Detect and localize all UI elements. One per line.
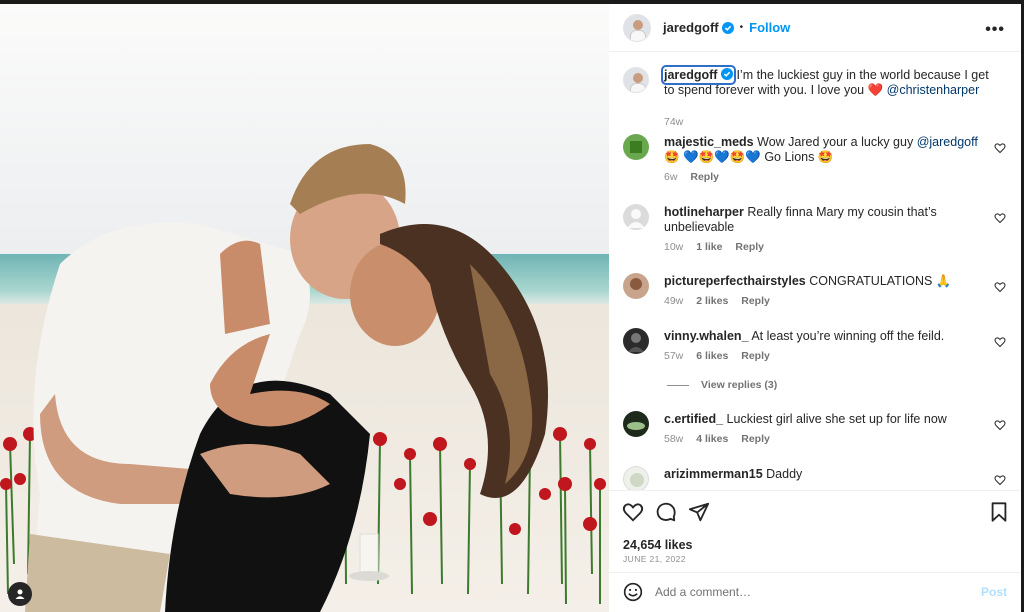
comment-username[interactable]: vinny.whalen_ [664, 329, 749, 343]
post-button[interactable]: Post [981, 585, 1007, 599]
post-side-panel: jaredgoff • Follow ••• jaredgoff I’m the… [609, 4, 1021, 612]
user-icon[interactable] [8, 582, 32, 606]
author-username[interactable]: jaredgoff [663, 20, 719, 35]
reply-button[interactable]: Reply [741, 295, 770, 307]
caption-text: jaredgoff I’m the luckiest guy in the wo… [661, 65, 994, 98]
post-photo[interactable] [0, 4, 609, 612]
likes-count[interactable]: 24,654 likes [623, 538, 693, 552]
verified-icon [720, 68, 733, 80]
caption: jaredgoff I’m the luckiest guy in the wo… [623, 65, 1003, 128]
comment-likes[interactable]: 1 like [696, 241, 722, 253]
comment-meta: 57w 6 likes Reply [664, 350, 780, 362]
avatar[interactable] [623, 411, 649, 437]
comment-text: vinny.whalen_ At least you’re winning of… [664, 329, 994, 344]
comment-body: Luckiest girl alive she set up for life … [726, 412, 947, 426]
comment-composer: Post [609, 572, 1021, 612]
heart-icon[interactable] [622, 501, 644, 523]
comment-username[interactable]: arizimmerman15 [664, 467, 763, 481]
reply-button[interactable]: Reply [741, 350, 770, 362]
bookmark-icon[interactable] [988, 501, 1010, 523]
comment-age: 49w [664, 295, 684, 307]
comment-body-2: 🤩 💙🤩💙🤩💙 Go Lions 🤩 [664, 150, 834, 164]
comment-age: 10w [664, 241, 684, 253]
comments-list[interactable]: jaredgoff I’m the luckiest guy in the wo… [609, 53, 1021, 490]
verified-icon [721, 21, 734, 34]
comment-username[interactable]: hotlineharper [664, 205, 744, 219]
comment-meta: 6w Reply [664, 171, 729, 183]
caption-mention[interactable]: @christenharper [887, 83, 980, 97]
reply-button[interactable]: Reply [735, 241, 764, 253]
caption-avatar[interactable] [623, 67, 649, 93]
comment-likes[interactable]: 6 likes [696, 350, 728, 362]
avatar[interactable] [623, 466, 649, 490]
caption-author[interactable]: jaredgoff [661, 65, 736, 85]
caption-meta: 74w [664, 116, 693, 128]
heart-icon[interactable] [994, 336, 1006, 348]
view-replies-label: View replies (3) [701, 379, 778, 391]
comment-username[interactable]: pictureperfecthairstyles [664, 274, 806, 288]
avatar[interactable] [623, 273, 649, 299]
photo-couple [25, 144, 548, 612]
action-bar: 24,654 likes JUNE 21, 2022 [609, 490, 1021, 572]
heart-icon[interactable] [994, 281, 1006, 293]
comment-text: hotlineharper Really finna Mary my cousi… [664, 205, 994, 235]
comment-likes[interactable]: 4 likes [696, 433, 728, 445]
comment-meta: 10w 1 like Reply [664, 241, 774, 253]
replies-divider [667, 384, 689, 386]
reply-button[interactable]: Reply [741, 433, 770, 445]
heart-icon[interactable] [994, 419, 1006, 431]
comment-age: 57w [664, 350, 684, 362]
avatar[interactable] [623, 328, 649, 354]
view-replies-button[interactable]: View replies (3) [667, 379, 777, 391]
comment-likes[interactable]: 2 likes [696, 295, 728, 307]
avatar[interactable] [623, 204, 649, 230]
comment-meta: 58w 4 likes Reply [664, 433, 780, 445]
avatar[interactable] [623, 134, 649, 160]
comment-meta: 49w 2 likes Reply [664, 295, 780, 307]
comment-input[interactable] [655, 581, 955, 603]
post-date: JUNE 21, 2022 [623, 554, 686, 564]
reply-button[interactable]: Reply [690, 171, 719, 183]
comment-username[interactable]: c.ertified_ [664, 412, 723, 426]
heart-icon[interactable] [994, 142, 1006, 154]
emoji-icon[interactable] [623, 582, 643, 602]
heart-icon[interactable] [994, 212, 1006, 224]
comment-text: c.ertified_ Luckiest girl alive she set … [664, 412, 994, 427]
comment-age: 58w [664, 433, 684, 445]
comment-text: majestic_meds Wow Jared your a lucky guy… [664, 135, 994, 165]
comment-body: CONGRATULATIONS 🙏 [809, 274, 952, 288]
heart-icon[interactable] [994, 474, 1006, 486]
comment-body: Wow Jared your a lucky guy [757, 135, 914, 149]
comment-icon[interactable] [655, 501, 677, 523]
comment-text: pictureperfecthairstyles CONGRATULATIONS… [664, 274, 994, 289]
comment-username[interactable]: majestic_meds [664, 135, 754, 149]
author-avatar[interactable] [623, 13, 651, 42]
header-separator: • [739, 22, 744, 33]
caption-age: 74w [664, 116, 684, 128]
comment-mention[interactable]: @jaredgoff [917, 135, 978, 149]
more-icon[interactable]: ••• [985, 21, 1005, 39]
comment-body: Daddy [766, 467, 803, 481]
post-header: jaredgoff • Follow ••• [609, 4, 1021, 52]
comment-text: arizimmerman15 Daddy [664, 467, 994, 482]
follow-button[interactable]: Follow [749, 20, 790, 35]
comment-body: At least you’re winning off the feild. [751, 329, 945, 343]
comment-age: 6w [664, 171, 678, 183]
share-icon[interactable] [688, 501, 710, 523]
